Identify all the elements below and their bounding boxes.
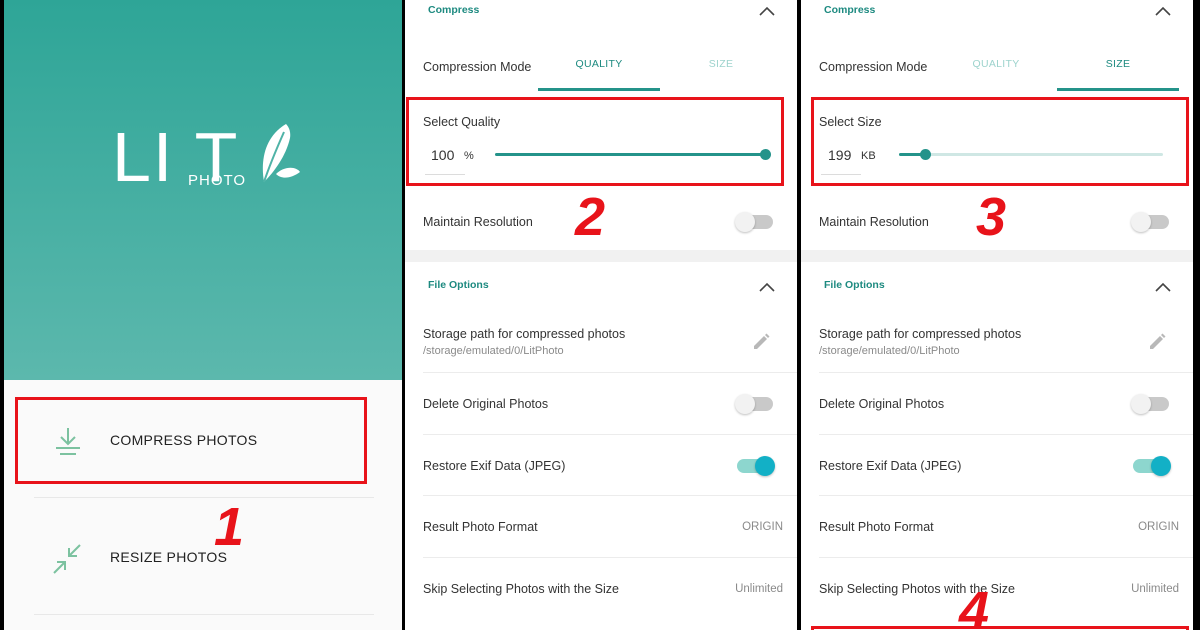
screenshot-collage: LI T PHOTO COMPRESS PHOTOS RESIZE PHOTOS… xyxy=(0,0,1200,630)
edit-pencil-icon[interactable] xyxy=(751,332,771,352)
file-options-card: File Options Storage path for compressed… xyxy=(801,262,1193,630)
skip-size-value[interactable]: Unlimited xyxy=(1131,583,1179,595)
result-format-value[interactable]: ORIGIN xyxy=(742,521,783,533)
divider xyxy=(423,372,797,373)
delete-original-toggle[interactable] xyxy=(735,394,773,414)
delete-original-label: Delete Original Photos xyxy=(423,397,549,411)
step-number-4: 4 xyxy=(959,581,990,630)
tab-quality[interactable]: QUALITY xyxy=(936,58,1056,70)
divider xyxy=(423,434,797,435)
file-options-title: File Options xyxy=(428,279,489,291)
maintain-resolution-label: Maintain Resolution xyxy=(423,215,533,229)
step-number-2: 2 xyxy=(575,187,606,247)
file-options-title: File Options xyxy=(824,279,885,291)
divider xyxy=(819,557,1193,558)
active-tab-indicator xyxy=(1057,88,1179,91)
result-format-label: Result Photo Format xyxy=(819,520,934,534)
highlight-box-1 xyxy=(15,397,367,484)
highlight-box-2 xyxy=(406,97,784,186)
maintain-resolution-label: Maintain Resolution xyxy=(819,215,929,229)
restore-exif-toggle[interactable] xyxy=(1133,456,1171,476)
logo-subtitle: PHOTO xyxy=(188,172,247,189)
divider xyxy=(423,495,797,496)
restore-exif-toggle[interactable] xyxy=(737,456,775,476)
active-tab-indicator xyxy=(538,88,660,91)
collapse-chevron-icon[interactable] xyxy=(1155,282,1171,292)
storage-path-value: /storage/emulated/0/LitPhoto xyxy=(819,345,960,357)
divider xyxy=(819,434,1193,435)
storage-path-label: Storage path for compressed photos xyxy=(423,327,626,341)
compress-section-title: Compress xyxy=(824,4,876,16)
skip-size-label: Skip Selecting Photos with the Size xyxy=(423,582,619,596)
tab-size[interactable]: SIZE xyxy=(661,58,781,70)
maintain-resolution-toggle[interactable] xyxy=(735,212,773,232)
settings-size-screen: Compress Compression Mode QUALITY SIZE S… xyxy=(801,0,1193,630)
divider xyxy=(423,557,797,558)
highlight-box-3 xyxy=(811,97,1189,186)
tab-size[interactable]: SIZE xyxy=(1058,58,1178,70)
delete-original-label: Delete Original Photos xyxy=(819,397,945,411)
feather-icon xyxy=(262,124,300,183)
file-options-card: File Options Storage path for compressed… xyxy=(405,262,797,630)
result-format-label: Result Photo Format xyxy=(423,520,538,534)
resize-photos-item[interactable]: RESIZE PHOTOS xyxy=(34,499,374,615)
storage-path-label: Storage path for compressed photos xyxy=(819,327,1022,341)
highlight-box-4 xyxy=(811,626,1189,630)
result-format-value[interactable]: ORIGIN xyxy=(1138,521,1179,533)
edit-pencil-icon[interactable] xyxy=(1147,332,1167,352)
tab-quality[interactable]: QUALITY xyxy=(539,58,659,70)
resize-photos-label: RESIZE PHOTOS xyxy=(110,549,228,565)
collapse-chevron-icon[interactable] xyxy=(759,282,775,292)
delete-original-toggle[interactable] xyxy=(1131,394,1169,414)
step-number-1: 1 xyxy=(214,497,245,557)
skip-size-value[interactable]: Unlimited xyxy=(735,583,783,595)
divider xyxy=(819,372,1193,373)
restore-exif-label: Restore Exif Data (JPEG) xyxy=(819,459,962,473)
compression-mode-label: Compression Mode xyxy=(819,60,928,74)
settings-quality-screen: Compress Compression Mode QUALITY SIZE S… xyxy=(405,0,797,630)
home-screen: LI T PHOTO COMPRESS PHOTOS RESIZE PHOTOS… xyxy=(4,0,402,630)
app-logo: LI T PHOTO xyxy=(112,122,312,202)
restore-exif-label: Restore Exif Data (JPEG) xyxy=(423,459,566,473)
divider xyxy=(819,495,1193,496)
hero-banner: LI T PHOTO xyxy=(4,0,402,380)
compress-section-title: Compress xyxy=(428,4,480,16)
step-number-3: 3 xyxy=(976,187,1007,247)
collapse-chevron-icon[interactable] xyxy=(1155,6,1171,16)
shrink-arrows-icon xyxy=(53,544,81,574)
maintain-resolution-toggle[interactable] xyxy=(1131,212,1169,232)
compression-mode-label: Compression Mode xyxy=(423,60,532,74)
collapse-chevron-icon[interactable] xyxy=(759,6,775,16)
storage-path-value: /storage/emulated/0/LitPhoto xyxy=(423,345,564,357)
